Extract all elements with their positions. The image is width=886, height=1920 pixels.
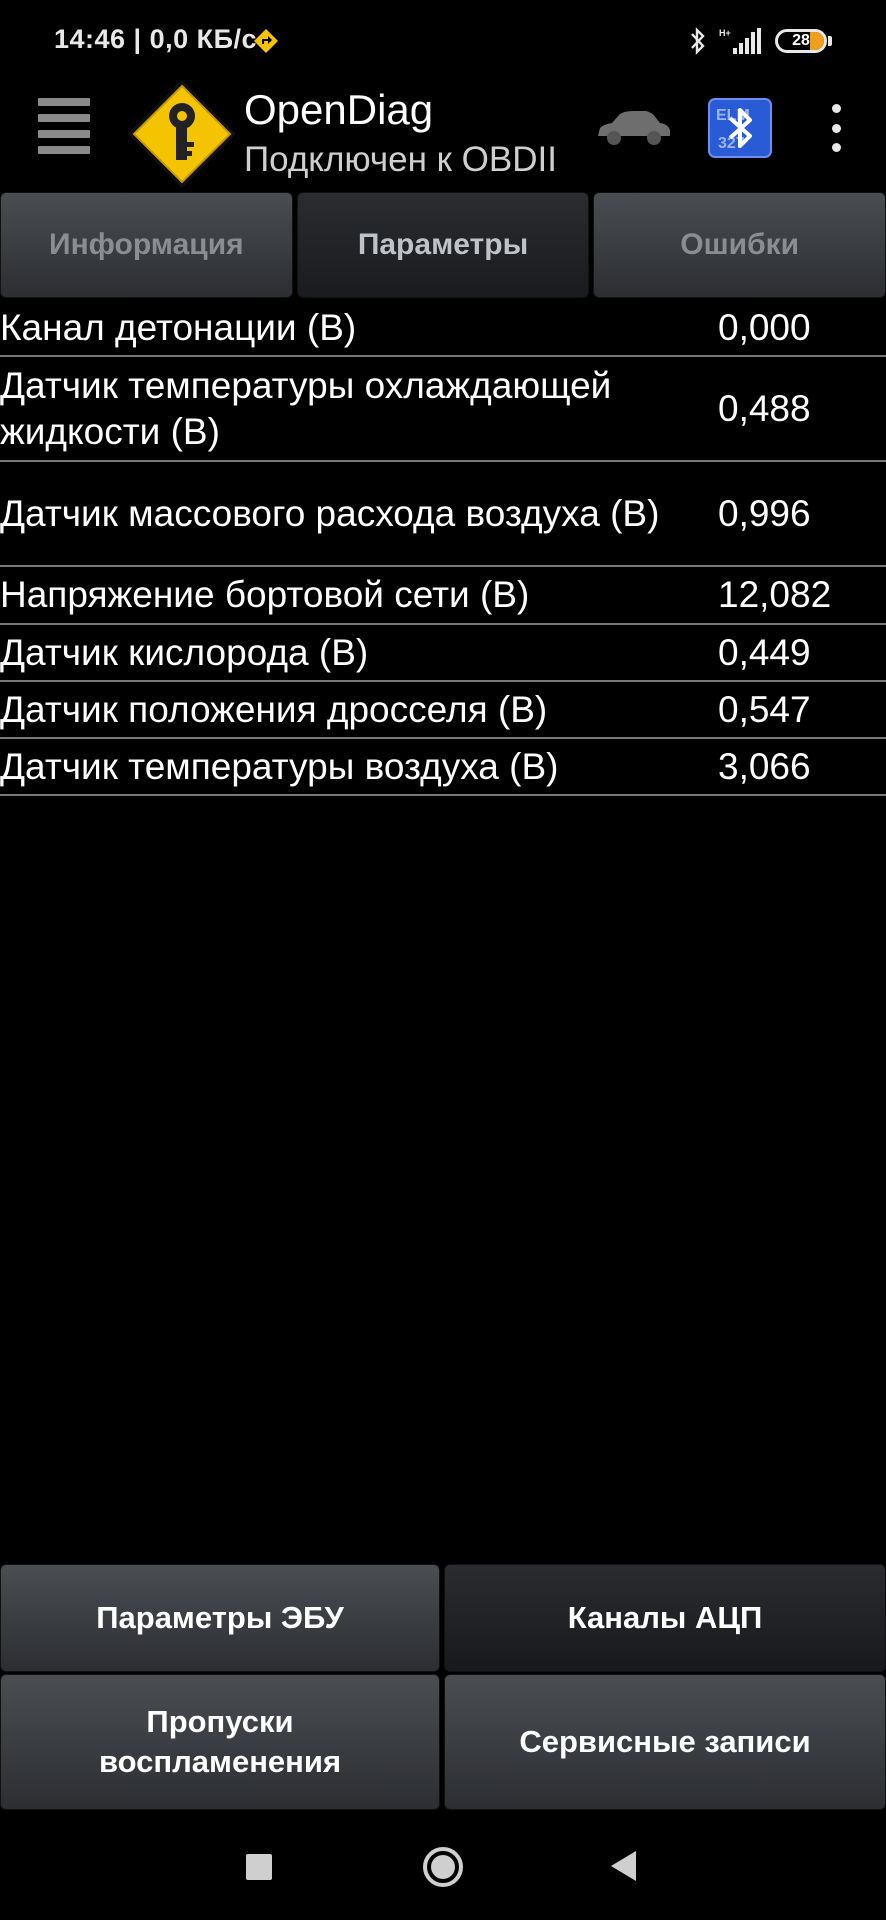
param-value: 0,449	[718, 631, 811, 673]
navigation-icon	[254, 29, 278, 53]
list-item[interactable]: Датчик температуры охлаждающей жидкости …	[0, 357, 886, 462]
car-icon[interactable]	[594, 106, 672, 150]
more-vertical-icon[interactable]	[826, 104, 846, 152]
adc-channels-button[interactable]: Каналы АЦП	[444, 1564, 886, 1672]
battery-icon: 28	[775, 29, 827, 53]
tab-errors[interactable]: Ошибки	[593, 192, 886, 298]
param-name: Датчик температуры воздуха (В)	[0, 745, 559, 787]
list-item[interactable]: Датчик кислорода (В) 0,449	[0, 625, 886, 682]
param-name: Канал детонации (В)	[0, 306, 357, 348]
list-item[interactable]: Датчик температуры воздуха (В) 3,066	[0, 739, 886, 796]
parameter-list: Канал детонации (В) 0,000 Датчик темпера…	[0, 300, 886, 796]
param-value: 0,996	[718, 492, 811, 534]
misfires-button[interactable]: Пропуски воспламенения	[0, 1674, 440, 1810]
key-diamond-logo-icon	[128, 80, 236, 188]
param-value: 0,488	[718, 387, 811, 429]
connection-status: Подключен к OBDII	[244, 140, 557, 179]
param-name: Датчик массового расхода воздуха (В)	[0, 492, 660, 534]
hamburger-menu-icon[interactable]	[38, 98, 90, 154]
bottom-button-grid: Параметры ЭБУ Каналы АЦП Пропуски воспла…	[0, 1564, 886, 1812]
service-records-button[interactable]: Сервисные записи	[444, 1674, 886, 1810]
list-item[interactable]: Датчик положения дросселя (В) 0,547	[0, 682, 886, 739]
status-icons: H+ 28	[689, 24, 832, 58]
param-value: 12,082	[718, 574, 832, 615]
status-time-speed: 14:46 | 0,0 КБ/с	[54, 24, 258, 54]
tab-bar: Информация Параметры Ошибки	[0, 192, 886, 298]
param-name: Датчик кислорода (В)	[0, 631, 369, 673]
bluetooth-status-icon	[691, 27, 705, 55]
list-item[interactable]: Датчик массового расхода воздуха (В) 0,9…	[0, 462, 886, 567]
bluetooth-elm-icon[interactable]: ELM 327	[708, 98, 772, 158]
tab-information[interactable]: Информация	[0, 192, 293, 298]
param-value: 3,066	[718, 745, 811, 787]
back-icon[interactable]	[608, 1848, 640, 1884]
param-value: 0,000	[718, 306, 811, 348]
param-name: Датчик температуры охлаждающей жидкости …	[0, 364, 612, 452]
list-item[interactable]: Напряжение бортовой сети (В) 12,082	[0, 567, 886, 625]
recents-icon[interactable]	[246, 1854, 272, 1880]
signal-icon: H+	[719, 28, 761, 54]
ecu-params-button[interactable]: Параметры ЭБУ	[0, 1564, 440, 1672]
app-bar: OpenDiag Подключен к OBDII ELM 327	[0, 80, 886, 190]
list-item[interactable]: Канал детонации (В) 0,000	[0, 300, 886, 357]
status-bar: 14:46 | 0,0 КБ/с H+ 28	[0, 0, 886, 80]
param-name: Датчик положения дросселя (В)	[0, 688, 548, 730]
home-icon[interactable]	[422, 1846, 464, 1888]
tab-parameters[interactable]: Параметры	[296, 192, 590, 298]
svg-text:H+: H+	[719, 28, 731, 38]
battery-level: 28	[792, 32, 810, 49]
app-title: OpenDiag	[244, 86, 434, 133]
param-name: Напряжение бортовой сети (В)	[0, 574, 530, 615]
system-nav-bar	[0, 1820, 886, 1920]
param-value: 0,547	[718, 688, 811, 730]
